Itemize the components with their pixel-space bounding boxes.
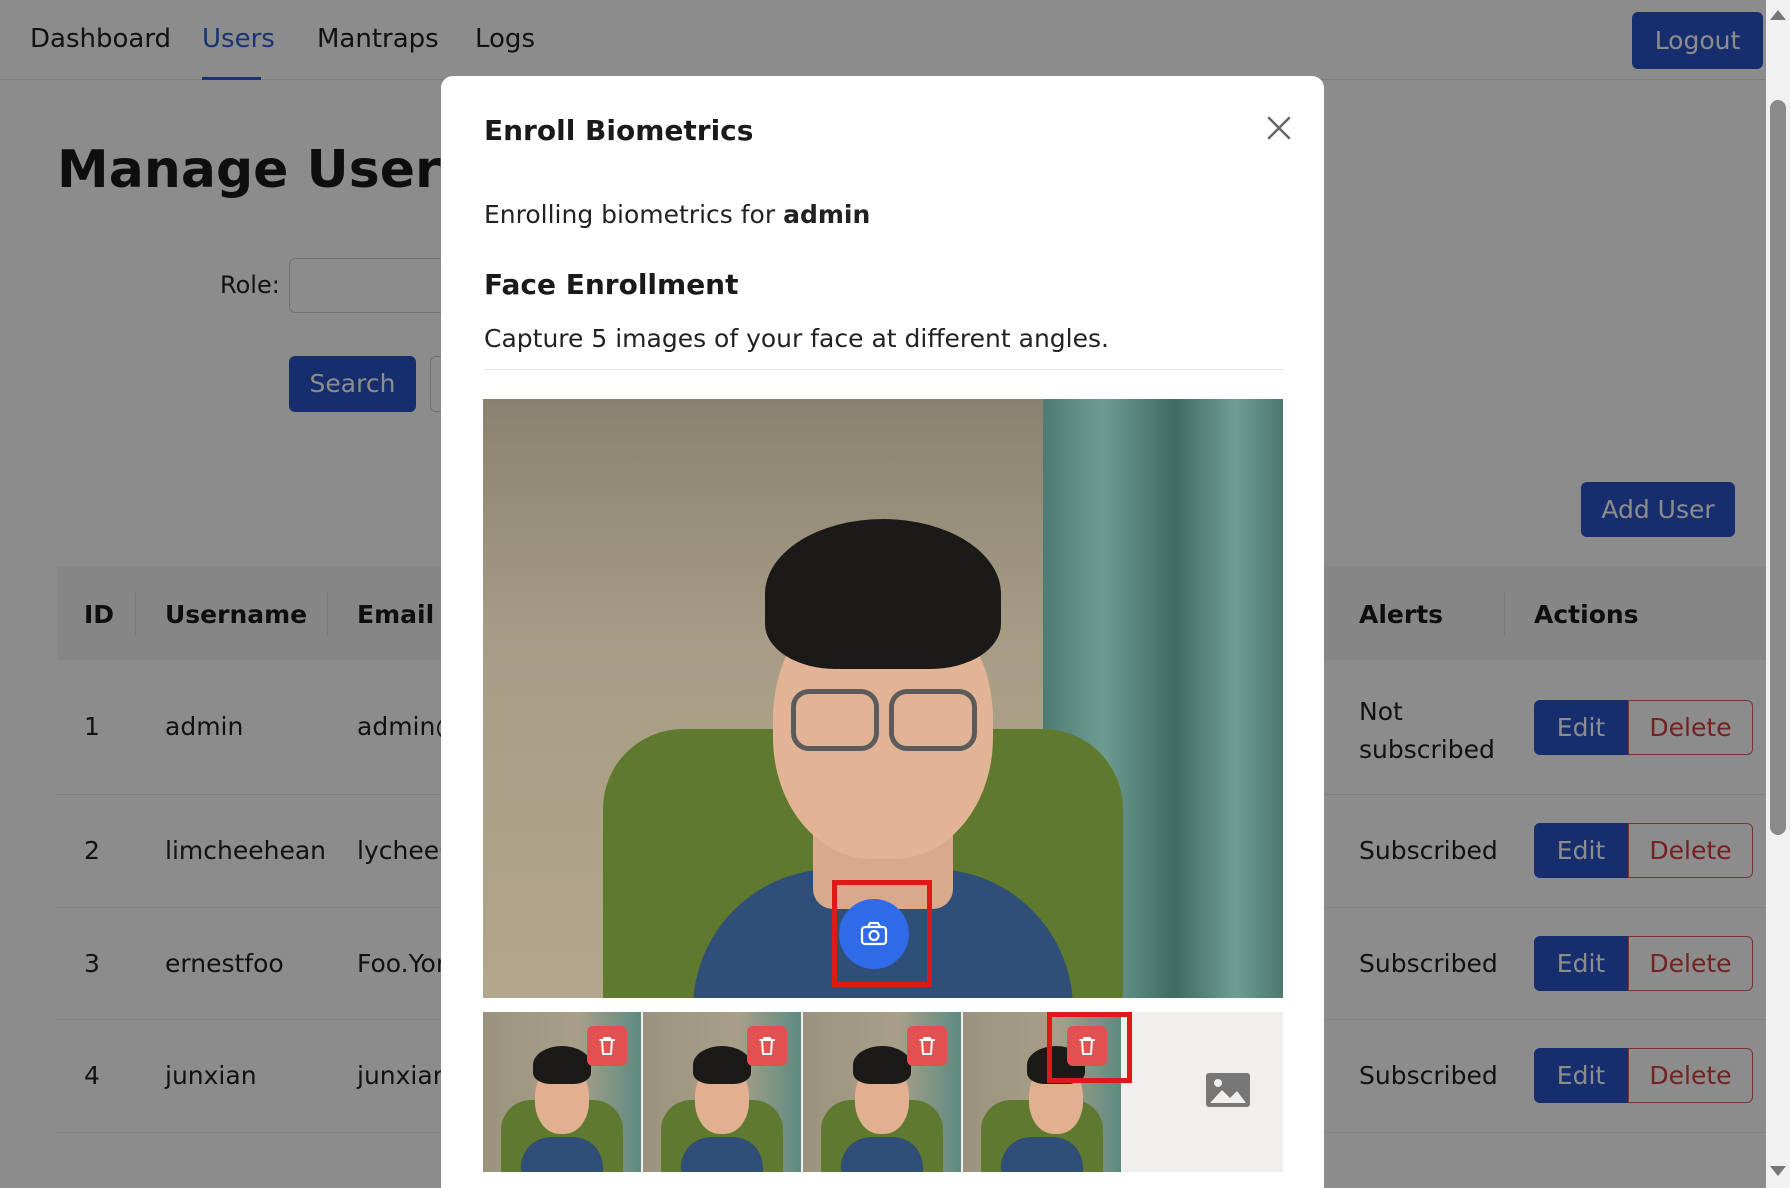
scroll-down-arrow-icon[interactable] [1770,1166,1786,1176]
enroll-prefix: Enrolling biometrics for [484,200,776,229]
image-placeholder-icon [1206,1073,1250,1107]
delete-image-button[interactable] [747,1026,787,1066]
enroll-biometrics-modal: Enroll Biometrics Enrolling biometrics f… [441,76,1324,1188]
empty-slot-placeholder [1205,1072,1251,1108]
trash-icon [919,1037,935,1055]
captured-image-thumbnail [643,1012,801,1172]
delete-button-highlight [1047,1012,1132,1083]
trash-icon [759,1037,775,1055]
face-enrollment-heading: Face Enrollment [484,268,739,301]
enroll-target-text: Enrolling biometrics for admin [484,200,870,229]
capture-button-highlight [832,880,932,987]
section-divider [484,369,1284,370]
captured-image-thumbnail [803,1012,961,1172]
captured-images-strip [483,1012,1283,1172]
delete-image-button[interactable] [587,1026,627,1066]
enroll-username: admin [783,200,871,229]
scrollbar-thumb[interactable] [1770,100,1786,835]
face-enrollment-instructions: Capture 5 images of your face at differe… [484,324,1109,353]
webcam-preview [483,399,1283,998]
trash-icon [599,1037,615,1055]
close-icon [1267,116,1291,140]
close-modal-button[interactable] [1259,108,1299,148]
delete-image-button[interactable] [907,1026,947,1066]
captured-image-thumbnail [483,1012,641,1172]
scroll-up-arrow-icon[interactable] [1770,10,1786,20]
modal-title: Enroll Biometrics [484,114,754,147]
